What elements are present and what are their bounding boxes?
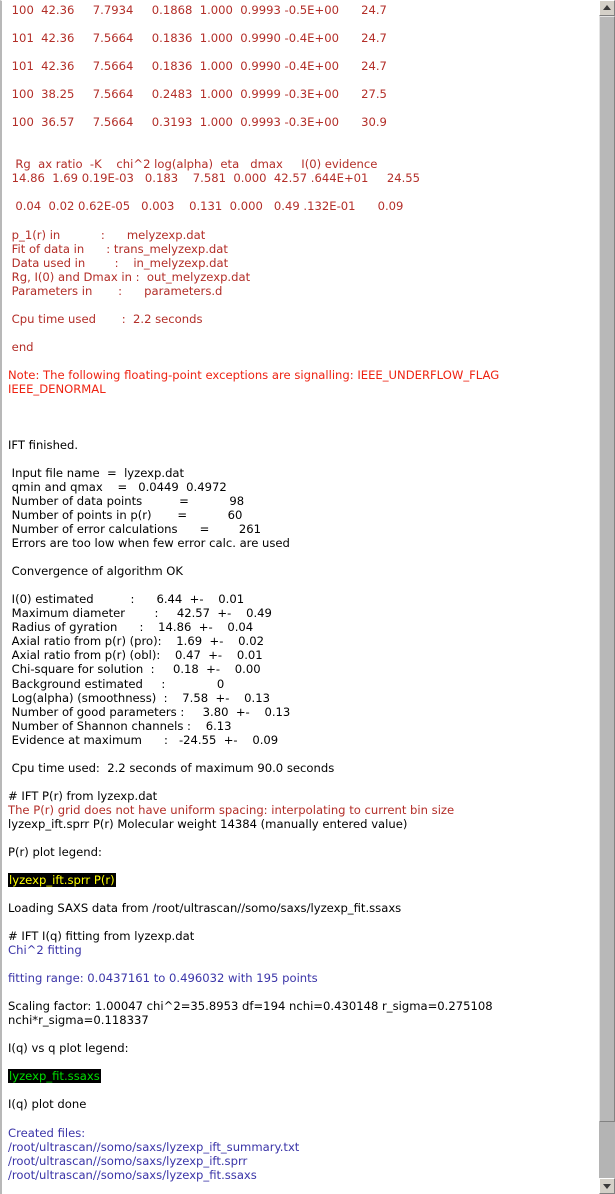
scroll-down-arrow-icon[interactable]: [599, 1178, 615, 1194]
log-line-ift-finished: IFT finished.: [8, 437, 79, 452]
log-line-spacer-8: [8, 213, 598, 227]
log-line-res-evidence: Evidence at maximum : -24.55 +- 0.09: [8, 732, 279, 747]
log-line-iq-legend-entry: lyzexp_fit.ssaxs: [8, 1069, 598, 1084]
log-line-file-p1r: p_1(r) in : melyzexp.dat: [8, 227, 206, 242]
log-line-pr-legend-entry: lyzexp_ift.sprr P(r): [8, 872, 598, 887]
log-line-grid-warning: The P(r) grid does not have uniform spac…: [8, 802, 455, 817]
log-line-spacer-26: [8, 1027, 598, 1041]
log-line-res-ax-pro: Axial ratio from p(r) (pro): 1.69 +- 0.0…: [8, 634, 264, 649]
log-line-err-warning: Errors are too low when few error calc. …: [8, 536, 290, 551]
log-line-ift-iq-hdr: # IFT I(q) fitting from lyzexp.dat: [8, 929, 195, 944]
log-line-chi2-fitting: Chi^2 fitting: [8, 943, 82, 958]
log-line-fp-note-1: Note: The following floating-point excep…: [8, 367, 500, 382]
log-line-iter-row-3: 101 42.36 7.5664 0.1836 1.000 0.9990 -0.…: [8, 59, 387, 74]
log-line-res-chisq: Chi-square for solution : 0.18 +- 0.00: [8, 662, 261, 677]
log-line-spacer-16: [8, 550, 598, 564]
log-line-spacer-5: [8, 129, 598, 143]
log-line-spacer-22: [8, 887, 598, 901]
log-line-loading-saxs: Loading SAXS data from /root/ultrascan//…: [8, 901, 402, 915]
scroll-up-arrow-icon[interactable]: [599, 0, 615, 16]
console-window: 100 42.36 7.7934 0.1868 1.000 0.9993 -0.…: [0, 0, 615, 1194]
log-line-created-files-hdr: Created files:: [8, 1125, 86, 1140]
log-line-created-file-3: /root/ultrascan//somo/saxs/lyzexp_fit.ss…: [8, 1167, 257, 1182]
log-line-file-data: Data used in : in_melyzexp.dat: [8, 255, 229, 270]
log-line-ift-pr-hdr: # IFT P(r) from lyzexp.dat: [8, 788, 158, 803]
log-line-spacer-10: [8, 326, 598, 340]
log-line-spacer-12: [8, 396, 598, 410]
log-line-cpu-time-2: Cpu time used: 2.2 seconds of maximum 90…: [8, 760, 335, 775]
console-log-body: 100 42.36 7.7934 0.1868 1.000 0.9993 -0.…: [8, 1, 598, 1194]
log-line-spacer-25: [8, 985, 598, 999]
log-line-file-out: Rg, I(0) and Dmax in : out_melyzexp.dat: [8, 269, 251, 284]
scrollbar-thumb[interactable]: [599, 16, 615, 1122]
log-line-spacer-1: [8, 17, 598, 31]
plot-legend-swatch-label[interactable]: lyzexp_fit.ssaxs: [8, 1069, 101, 1084]
log-line-res-dmax: Maximum diameter : 42.57 +- 0.49: [8, 606, 272, 621]
log-line-spacer-20: [8, 831, 598, 845]
log-line-spacer-30: [8, 1182, 598, 1194]
log-line-res-shannon: Number of Shannon channels : 6.13: [8, 718, 232, 733]
log-line-iter-row-2: 101 42.36 7.5664 0.1836 1.000 0.9990 -0.…: [8, 31, 387, 46]
scrollbar-track[interactable]: [599, 16, 615, 1178]
log-line-spacer-13: [8, 410, 598, 424]
log-line-spacer-4: [8, 101, 598, 115]
log-line-created-file-2: /root/ultrascan//somo/saxs/lyzexp_ift.sp…: [8, 1153, 248, 1168]
log-line-n-data: Number of data points = 98: [8, 494, 245, 509]
log-line-iq-plot-done: I(q) plot done: [8, 1097, 87, 1112]
log-line-spacer-6: [8, 143, 598, 157]
log-line-spacer-7: [8, 185, 598, 199]
log-line-spacer-2: [8, 45, 598, 59]
log-line-scaling-line-2: nchi*r_sigma=0.118337: [8, 1013, 149, 1028]
log-line-res-logalpha: Log(alpha) (smoothness) : 7.58 +- 0.13: [8, 690, 270, 705]
log-line-scaling-line-1: Scaling factor: 1.00047 chi^2=35.8953 df…: [8, 999, 493, 1014]
log-line-spacer-18: [8, 747, 598, 761]
log-line-res-bkgd: Background estimated : 0: [8, 676, 225, 691]
log-line-spacer-28: [8, 1083, 598, 1097]
log-line-convergence: Convergence of algorithm OK: [8, 564, 184, 579]
log-line-iter-row-5: 100 36.57 7.5664 0.3193 1.000 0.9993 -0.…: [8, 115, 387, 130]
log-line-cpu-time-1: Cpu time used : 2.2 seconds: [8, 311, 203, 326]
log-line-fitting-range: fitting range: 0.0437161 to 0.496032 wit…: [8, 971, 318, 986]
log-line-spacer-19: [8, 775, 598, 789]
log-line-fp-note-2: IEEE_DENORMAL: [8, 381, 106, 396]
log-line-pr-legend-hdr: P(r) plot legend:: [8, 844, 102, 859]
log-line-spacer-23: [8, 915, 598, 929]
log-line-spacer-11: [8, 354, 598, 368]
log-line-end-marker: end: [8, 339, 34, 354]
plot-legend-swatch-label[interactable]: lyzexp_ift.sprr P(r): [8, 872, 116, 887]
log-line-n-errcalc: Number of error calculations = 261: [8, 522, 261, 537]
chevron-down-icon: [603, 1184, 611, 1189]
log-line-spacer-9: [8, 298, 598, 312]
log-line-res-ngood: Number of good parameters : 3.80 +- 0.13: [8, 704, 291, 719]
log-line-spacer-29: [8, 1111, 598, 1125]
log-line-spacer-15: [8, 452, 598, 466]
log-line-file-fit: Fit of data in : trans_melyzexp.dat: [8, 241, 228, 256]
vertical-scrollbar[interactable]: [598, 0, 615, 1194]
log-line-spacer-24: [8, 957, 598, 971]
log-line-file-params: Parameters in : parameters.d: [8, 283, 223, 298]
log-line-qmin-qmax: qmin and qmax = 0.0449 0.4972: [8, 480, 227, 495]
log-line-mw-line: lyzexp_ift.sprr P(r) Molecular weight 14…: [8, 816, 408, 831]
log-line-res-ax-obl: Axial ratio from p(r) (obl): 0.47 +- 0.0…: [8, 648, 263, 663]
log-line-input-file: Input file name = lyzexp.dat: [8, 466, 185, 481]
log-line-res-rg: Radius of gyration : 14.86 +- 0.04: [8, 620, 254, 635]
log-line-n-pr: Number of points in p(r) = 60: [8, 508, 243, 523]
log-line-spacer-14: [8, 424, 598, 438]
log-line-summary-values: 14.86 1.69 0.19E-03 0.183 7.581 0.000 42…: [8, 171, 421, 186]
chevron-up-icon: [603, 5, 611, 10]
log-line-summary-header: Rg ax ratio -K chi^2 log(alpha) eta dmax…: [8, 157, 378, 172]
log-line-created-file-1: /root/ultrascan//somo/saxs/lyzexp_ift_su…: [8, 1139, 300, 1154]
log-line-iter-row-4: 100 38.25 7.5664 0.2483 1.000 0.9999 -0.…: [8, 87, 387, 102]
log-line-summary-errors: 0.04 0.02 0.62E-05 0.003 0.131 0.000 0.4…: [8, 199, 404, 214]
log-line-spacer-17: [8, 578, 598, 592]
log-line-iq-legend-hdr: I(q) vs q plot legend:: [8, 1041, 129, 1056]
log-line-spacer-27: [8, 1055, 598, 1069]
log-line-spacer-3: [8, 73, 598, 87]
console-output-pane[interactable]: 100 42.36 7.7934 0.1868 1.000 0.9993 -0.…: [0, 0, 598, 1194]
log-line-res-i0: I(0) estimated : 6.44 +- 0.01: [8, 592, 245, 607]
log-line-iter-row-1: 100 42.36 7.7934 0.1868 1.000 0.9993 -0.…: [8, 3, 387, 17]
log-line-spacer-21: [8, 859, 598, 873]
